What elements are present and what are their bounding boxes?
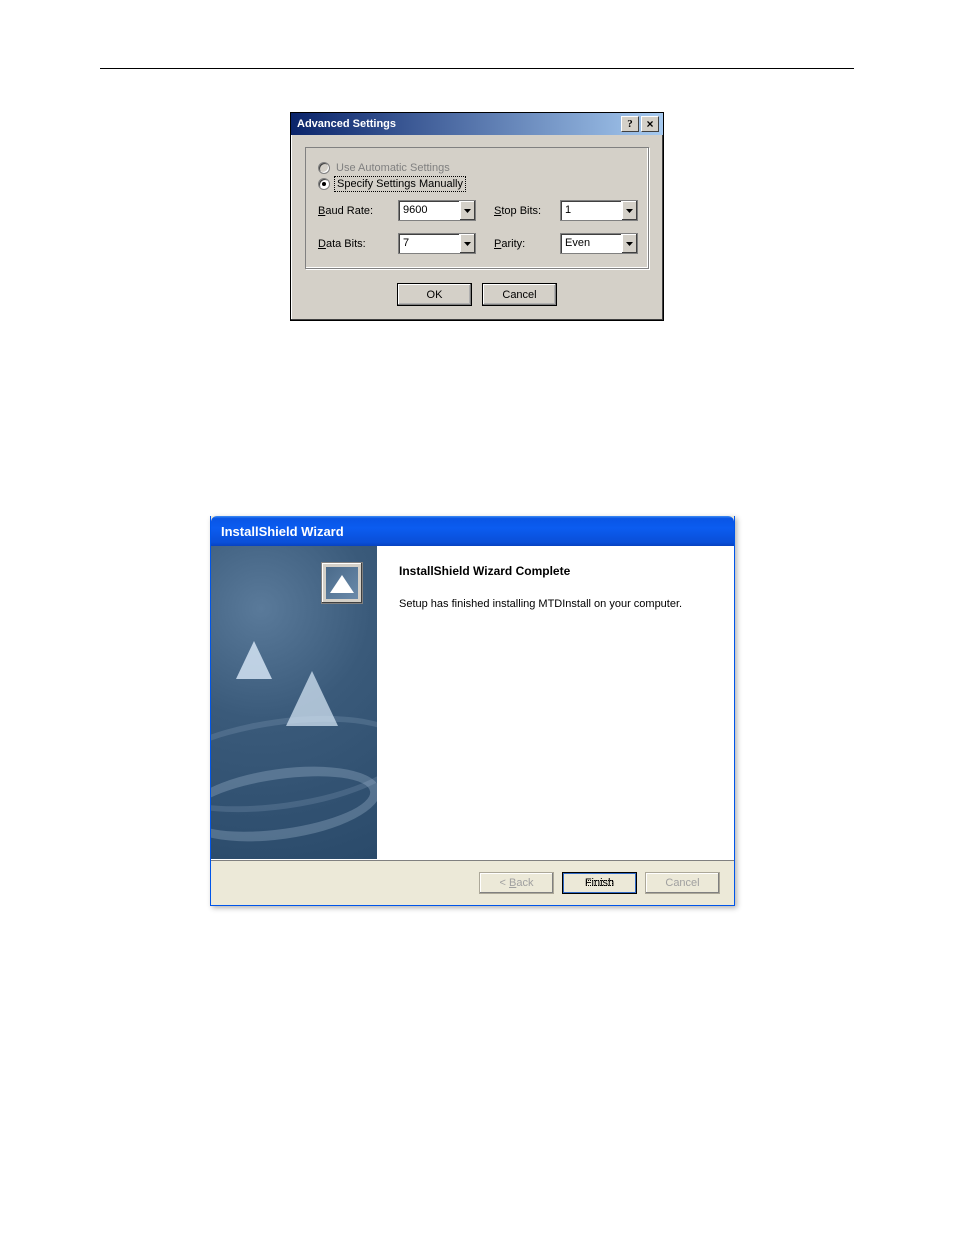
radio-manual-row[interactable]: Specify Settings Manually	[318, 178, 636, 190]
chevron-down-icon[interactable]	[621, 201, 637, 220]
horizontal-rule	[100, 68, 854, 69]
stop-bits-value: 1	[561, 201, 621, 220]
titlebar-text: InstallShield Wizard	[221, 524, 344, 539]
cancel-button[interactable]: Cancel	[482, 283, 557, 306]
titlebar-text: Advanced Settings	[295, 118, 619, 130]
radio-auto	[318, 162, 330, 174]
radio-manual[interactable]	[318, 178, 330, 190]
close-button[interactable]: ×	[641, 116, 659, 132]
chevron-down-icon[interactable]	[459, 201, 475, 220]
cancel-button: Cancel	[645, 872, 720, 894]
data-bits-label: Data Bits:	[318, 238, 380, 250]
baud-rate-label: Baud Rate:	[318, 205, 380, 217]
wizard-main-panel: InstallShield Wizard Complete Setup has …	[377, 546, 734, 859]
ok-button[interactable]: OK	[397, 283, 472, 306]
wizard-heading: InstallShield Wizard Complete	[399, 564, 712, 578]
stop-bits-label: Stop Bits:	[494, 205, 542, 217]
settings-groupbox: Use Automatic Settings Specify Settings …	[305, 147, 649, 269]
parity-label: Parity:	[494, 238, 542, 250]
radio-auto-label: Use Automatic Settings	[336, 162, 450, 174]
help-button[interactable]: ?	[621, 116, 639, 132]
baud-rate-select[interactable]: 9600	[398, 200, 476, 221]
parity-value: Even	[561, 234, 621, 253]
back-button: < Back	[479, 872, 554, 894]
chevron-down-icon[interactable]	[459, 234, 475, 253]
dialog-content: InstallShield Wizard Complete Setup has …	[211, 546, 734, 859]
installshield-wizard-dialog: InstallShield Wizard InstallShield Wizar…	[210, 516, 735, 906]
wizard-body-text: Setup has finished installing MTDInstall…	[399, 598, 712, 610]
data-bits-select[interactable]: 7	[398, 233, 476, 254]
help-icon: ?	[627, 118, 633, 130]
baud-rate-value: 9600	[399, 201, 459, 220]
data-bits-value: 7	[399, 234, 459, 253]
installshield-logo-icon	[321, 562, 363, 604]
stop-bits-select[interactable]: 1	[560, 200, 638, 221]
close-icon: ×	[646, 118, 653, 130]
finish-button[interactable]: Finish	[562, 872, 637, 894]
titlebar[interactable]: InstallShield Wizard	[211, 516, 734, 546]
radio-auto-row[interactable]: Use Automatic Settings	[318, 162, 636, 174]
chevron-down-icon[interactable]	[621, 234, 637, 253]
radio-manual-label: Specify Settings Manually	[336, 178, 464, 190]
advanced-settings-dialog: Advanced Settings ? × Use Automatic Sett…	[290, 112, 664, 321]
wizard-footer: < Back Finish Cancel	[211, 859, 734, 905]
parity-select[interactable]: Even	[560, 233, 638, 254]
titlebar[interactable]: Advanced Settings ? ×	[291, 113, 663, 135]
